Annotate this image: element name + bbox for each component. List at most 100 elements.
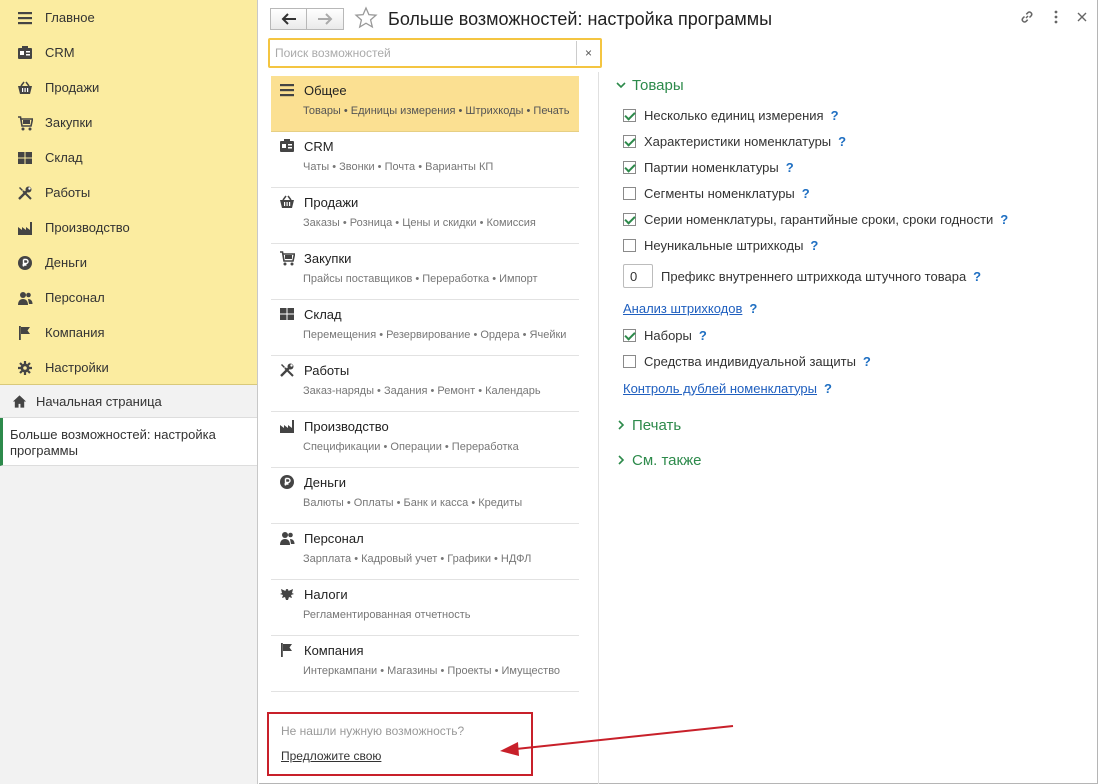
group-see-also-header[interactable]: См. также [615, 449, 1085, 471]
flag-icon [279, 642, 295, 658]
star-icon [354, 6, 378, 29]
option-checkbox[interactable] [623, 186, 636, 200]
section-item[interactable]: Закупки [0, 105, 257, 140]
category-subtitle: Заказы • Розница • Цены и скидки • Комис… [303, 217, 536, 229]
barcode-analysis-link[interactable]: Анализ штрихкодов [623, 301, 742, 316]
option-checkbox[interactable] [623, 238, 636, 252]
category-item[interactable]: CRM Чаты • Звонки • Почта • Варианты КП [271, 132, 579, 188]
section-item[interactable]: Склад [0, 140, 257, 175]
link-icon[interactable] [1019, 9, 1035, 25]
option-label: Характеристики номенклатуры [644, 133, 832, 149]
section-item[interactable]: Продажи [0, 70, 257, 105]
back-button[interactable] [270, 8, 307, 30]
section-label: Производство [45, 220, 130, 235]
option-label: Серии номенклатуры, гарантийные сроки, с… [644, 211, 994, 227]
window-controls [1019, 9, 1087, 25]
option-checkbox[interactable] [623, 212, 636, 226]
search-input[interactable] [270, 41, 576, 65]
option-row[interactable]: Несколько единиц измерения ? [615, 102, 1085, 128]
category-item[interactable]: Закупки Прайсы поставщиков • Переработка… [271, 244, 579, 300]
category-name: Закупки [304, 250, 352, 266]
category-item[interactable]: Продажи Заказы • Розница • Цены и скидки… [271, 188, 579, 244]
ppe-row[interactable]: Средства индивидуальной защиты ? [615, 348, 1085, 374]
category-item[interactable]: Общее Товары • Единицы измерения • Штрих… [271, 76, 579, 132]
help-mark[interactable]: ? [831, 108, 839, 123]
category-item[interactable]: Налоги Регламентированная отчетность [271, 580, 579, 636]
section-item[interactable]: Деньги [0, 245, 257, 280]
category-subtitle: Интеркампани • Магазины • Проекты • Имущ… [303, 665, 561, 677]
suggest-feature-link[interactable]: Предложите свою [281, 749, 381, 763]
section-item[interactable]: Главное [0, 0, 257, 35]
category-list: Общее Товары • Единицы измерения • Штрих… [271, 76, 579, 692]
ppe-checkbox[interactable] [623, 354, 636, 368]
category-subtitle: Спецификации • Операции • Переработка [303, 441, 519, 453]
help-mark[interactable]: ? [749, 301, 757, 316]
category-item[interactable]: Персонал Зарплата • Кадровый учет • Граф… [271, 524, 579, 580]
category-item[interactable]: Деньги Валюты • Оплаты • Банк и касса • … [271, 468, 579, 524]
arrow-right-icon [318, 13, 333, 25]
kits-row[interactable]: Наборы ? [615, 322, 1085, 348]
kits-checkbox[interactable] [623, 328, 636, 342]
help-mark[interactable]: ? [699, 328, 707, 343]
group-goods-header[interactable]: Товары [615, 74, 1085, 96]
option-row[interactable]: Характеристики номенклатуры ? [615, 128, 1085, 154]
section-item[interactable]: Работы [0, 175, 257, 210]
section-item[interactable]: Настройки [0, 350, 257, 385]
help-mark[interactable]: ? [838, 134, 846, 149]
option-row[interactable]: Сегменты номенклатуры ? [615, 180, 1085, 206]
crm-icon [16, 44, 34, 62]
ruble-icon [16, 254, 34, 272]
category-subtitle: Регламентированная отчетность [303, 609, 471, 621]
suggest-question: Не нашли нужную возможность? [281, 724, 465, 738]
category-head: Деньги [279, 468, 579, 496]
section-label: Деньги [45, 255, 87, 270]
category-item[interactable]: Производство Спецификации • Операции • П… [271, 412, 579, 468]
close-icon[interactable] [1077, 12, 1087, 22]
section-item[interactable]: Производство [0, 210, 257, 245]
category-item[interactable]: Работы Заказ-наряды • Задания • Ремонт •… [271, 356, 579, 412]
flag-icon [16, 324, 34, 342]
option-row[interactable]: Неуникальные штрихкоды ? [615, 232, 1085, 258]
help-mark[interactable]: ? [863, 354, 871, 369]
sections-list: Главное CRM Продажи Закупки Склад Работы… [0, 0, 257, 385]
more-menu-icon[interactable] [1053, 10, 1059, 24]
category-item[interactable]: Компания Интеркампани • Магазины • Проек… [271, 636, 579, 692]
favorite-star-button[interactable] [354, 6, 378, 33]
help-mark[interactable]: ? [973, 269, 981, 284]
section-label: CRM [45, 45, 75, 60]
dup-control-link[interactable]: Контроль дублей номенклатуры [623, 381, 817, 396]
group-print-header[interactable]: Печать [615, 414, 1085, 436]
help-mark[interactable]: ? [810, 238, 818, 253]
section-item[interactable]: Компания [0, 315, 257, 350]
goods-options: Несколько единиц измерения ? Характерист… [615, 102, 1085, 258]
forward-button[interactable] [307, 8, 344, 30]
option-label: Неуникальные штрихкоды [644, 237, 804, 253]
group-see-also-title: См. также [632, 451, 702, 469]
help-mark[interactable]: ? [824, 381, 832, 396]
option-row[interactable]: Партии номенклатуры ? [615, 154, 1085, 180]
category-item[interactable]: Склад Перемещения • Резервирование • Орд… [271, 300, 579, 356]
category-name: CRM [304, 138, 334, 154]
option-checkbox[interactable] [623, 134, 636, 148]
option-label: Несколько единиц измерения [644, 107, 824, 123]
option-checkbox[interactable] [623, 160, 636, 174]
section-item[interactable]: Персонал [0, 280, 257, 315]
help-mark[interactable]: ? [786, 160, 794, 175]
open-window-item[interactable]: Больше возможностей: настройка программы [0, 418, 257, 466]
search-clear-button[interactable]: × [576, 41, 600, 65]
help-mark[interactable]: ? [1000, 212, 1008, 227]
option-row[interactable]: Серии номенклатуры, гарантийные сроки, с… [615, 206, 1085, 232]
category-name: Налоги [304, 586, 348, 602]
option-checkbox[interactable] [623, 108, 636, 122]
section-label: Компания [45, 325, 105, 340]
warehouse-icon [16, 149, 34, 167]
section-label: Настройки [45, 360, 109, 375]
section-item[interactable]: CRM [0, 35, 257, 70]
ruble-icon [279, 474, 295, 490]
kits-label: Наборы [644, 327, 692, 343]
home-page-item[interactable]: Начальная страница [0, 385, 257, 418]
help-mark[interactable]: ? [802, 186, 810, 201]
category-head: Продажи [279, 188, 579, 216]
category-name: Продажи [304, 194, 359, 210]
prefix-input[interactable]: 0 [623, 264, 653, 288]
